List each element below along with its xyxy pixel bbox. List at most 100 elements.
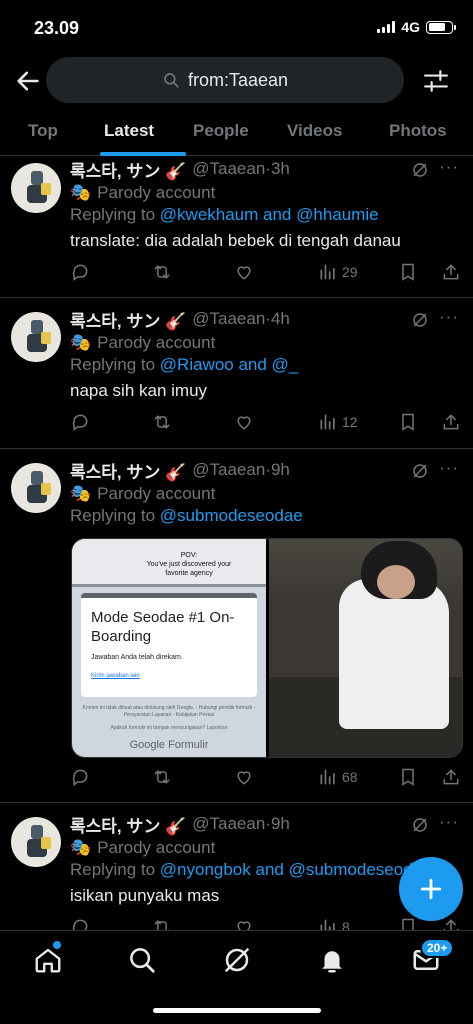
display-name[interactable]: 록스타, サン 🎸 xyxy=(70,812,186,837)
parody-label: 🎭 Parody account xyxy=(70,838,216,857)
mask-icon: 🎭 xyxy=(70,333,92,352)
bookmark-icon xyxy=(402,413,414,431)
messages-badge: 20+ xyxy=(420,938,455,958)
bookmark-button[interactable] xyxy=(398,410,418,434)
reply-button[interactable] xyxy=(70,410,90,434)
tab-people[interactable]: People xyxy=(193,121,249,141)
views-button[interactable]: 8 xyxy=(318,915,350,930)
reply-mentions[interactable]: @kwekhaum and @hhaumie xyxy=(160,205,379,224)
bookmark-icon xyxy=(402,768,414,786)
like-icon xyxy=(237,266,251,280)
retweet-button[interactable] xyxy=(152,765,172,789)
retweet-icon xyxy=(154,265,170,279)
home-icon[interactable] xyxy=(33,945,63,975)
views-button[interactable]: 12 xyxy=(318,410,358,434)
like-icon xyxy=(237,771,251,785)
reply-button[interactable] xyxy=(70,765,90,789)
avatar[interactable] xyxy=(11,163,61,213)
like-icon xyxy=(237,921,251,930)
filter-sliders-icon[interactable] xyxy=(423,68,449,94)
compose-button[interactable] xyxy=(399,857,463,921)
view-count: 29 xyxy=(342,264,358,280)
retweet-button[interactable] xyxy=(152,915,172,930)
avatar[interactable] xyxy=(11,817,61,867)
display-name[interactable]: 록스타, サン 🎸 xyxy=(70,157,186,182)
media-image-photo[interactable] xyxy=(269,539,462,757)
grok-icon[interactable] xyxy=(411,462,429,480)
tweet[interactable]: 록스타, サン 🎸 @Taaean·9h ··· 🎭 Parody account… xyxy=(0,803,473,930)
tab-videos[interactable]: Videos xyxy=(287,121,342,141)
parody-label: 🎭 Parody account xyxy=(70,333,216,352)
share-icon xyxy=(443,414,459,430)
views-button[interactable]: 29 xyxy=(318,260,358,284)
views-button[interactable]: 68 xyxy=(318,765,358,789)
home-indicator[interactable] xyxy=(153,1008,321,1013)
search-tabs: Top Latest People Videos Photos xyxy=(0,112,473,156)
signal-icon xyxy=(377,21,396,33)
tab-latest[interactable]: Latest xyxy=(104,121,154,141)
display-name[interactable]: 록스타, サン 🎸 xyxy=(70,307,186,332)
more-icon[interactable]: ··· xyxy=(439,458,459,478)
search-input[interactable]: from:Taaean xyxy=(46,57,404,103)
grok-icon[interactable] xyxy=(411,816,429,834)
bookmark-button[interactable] xyxy=(398,260,418,284)
mask-icon: 🎭 xyxy=(70,484,92,503)
grok-icon[interactable] xyxy=(411,311,429,329)
tweet[interactable]: 록스타, サン 🎸 @Taaean·9h ··· 🎭 Parody account… xyxy=(0,449,473,803)
like-button[interactable] xyxy=(234,915,254,930)
display-name[interactable]: 록스타, サン 🎸 xyxy=(70,458,186,483)
tweet[interactable]: 록스타, サン 🎸 @Taaean·4h ··· 🎭 Parody account… xyxy=(0,298,473,449)
reply-context: Replying to @kwekhaum and @hhaumie xyxy=(70,205,379,224)
reply-mentions[interactable]: @submodeseodae xyxy=(160,506,303,525)
views-icon xyxy=(320,769,335,785)
tab-photos[interactable]: Photos xyxy=(389,121,447,141)
like-button[interactable] xyxy=(234,260,254,284)
grok-icon[interactable] xyxy=(411,161,429,179)
share-button[interactable] xyxy=(441,765,461,789)
like-button[interactable] xyxy=(234,765,254,789)
handle[interactable]: @Taaean·3h xyxy=(192,159,290,179)
avatar[interactable] xyxy=(11,463,61,513)
media-image-form-screenshot[interactable]: POV: You've just discovered your favorite… xyxy=(72,539,266,757)
share-button[interactable] xyxy=(441,410,461,434)
retweet-button[interactable] xyxy=(152,410,172,434)
tweet[interactable]: 록스타, サン 🎸 @Taaean·3h ··· 🎭 Parody account… xyxy=(0,157,473,298)
retweet-icon xyxy=(154,920,170,930)
explore-icon[interactable] xyxy=(127,945,157,975)
handle[interactable]: @Taaean·9h xyxy=(192,814,290,834)
more-icon[interactable]: ··· xyxy=(439,307,459,327)
reply-mentions[interactable]: @nyongbok and @submodeseodae xyxy=(160,860,432,879)
retweet-icon xyxy=(154,770,170,784)
views-icon xyxy=(320,264,335,280)
reply-button[interactable] xyxy=(70,260,90,284)
form-link: Kirim jawaban lain xyxy=(91,673,140,679)
status-bar: 23.09 4G xyxy=(0,0,473,56)
tweet-text: napa sih kan imuy xyxy=(70,381,208,400)
bell-icon[interactable] xyxy=(317,945,347,975)
form-footer: Konten ini tidak dibuat atau didukung ol… xyxy=(82,705,256,731)
views-icon xyxy=(320,414,335,430)
handle[interactable]: @Taaean·9h xyxy=(192,460,290,480)
tweet-feed[interactable]: 록스타, サン 🎸 @Taaean·3h ··· 🎭 Parody account… xyxy=(0,157,473,930)
reply-context: Replying to @Riawoo and @_ xyxy=(70,355,299,374)
handle[interactable]: @Taaean·4h xyxy=(192,309,290,329)
back-arrow-icon[interactable] xyxy=(14,67,42,95)
grok-icon[interactable] xyxy=(222,945,252,975)
more-icon[interactable]: ··· xyxy=(439,157,459,177)
retweet-icon xyxy=(154,415,170,429)
more-icon[interactable]: ··· xyxy=(439,812,459,832)
network-type: 4G xyxy=(401,19,420,35)
tweet-media[interactable]: POV: You've just discovered your favorite… xyxy=(71,538,463,758)
reply-mentions[interactable]: @Riawoo and @_ xyxy=(160,355,298,374)
bookmark-button[interactable] xyxy=(398,765,418,789)
like-button[interactable] xyxy=(234,410,254,434)
view-count: 8 xyxy=(342,919,350,930)
avatar[interactable] xyxy=(11,312,61,362)
views-icon xyxy=(320,919,335,930)
retweet-button[interactable] xyxy=(152,260,172,284)
share-icon xyxy=(443,264,459,280)
compose-plus-icon xyxy=(420,878,442,900)
tab-top[interactable]: Top xyxy=(28,121,58,141)
reply-button[interactable] xyxy=(70,915,90,930)
share-button[interactable] xyxy=(441,260,461,284)
